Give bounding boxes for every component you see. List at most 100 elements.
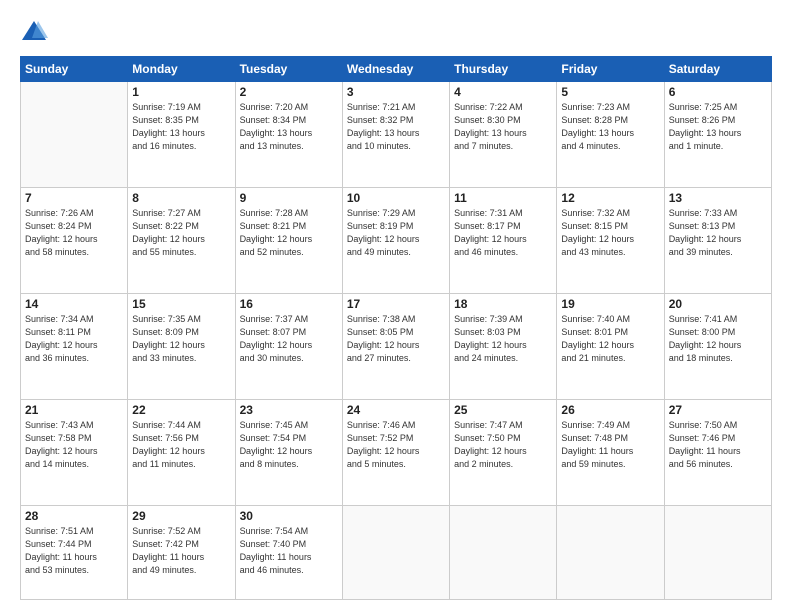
- day-cell: 24 Sunrise: 7:46 AM Sunset: 7:52 PM Dayli…: [342, 400, 449, 506]
- col-header-tuesday: Tuesday: [235, 57, 342, 82]
- day-number: 13: [669, 191, 767, 205]
- day-cell: 5 Sunrise: 7:23 AM Sunset: 8:28 PM Daylig…: [557, 82, 664, 188]
- day-cell: 11 Sunrise: 7:31 AM Sunset: 8:17 PM Dayli…: [450, 188, 557, 294]
- header-row: SundayMondayTuesdayWednesdayThursdayFrid…: [21, 57, 772, 82]
- day-number: 18: [454, 297, 552, 311]
- day-number: 4: [454, 85, 552, 99]
- col-header-friday: Friday: [557, 57, 664, 82]
- day-number: 16: [240, 297, 338, 311]
- day-cell: 25Sunrise: 7:47 AM Sunset: 7:50 PM Dayli…: [450, 400, 557, 506]
- day-info: Sunrise: 7:26 AM Sunset: 8:24 PM Dayligh…: [25, 207, 123, 259]
- day-cell: 18 Sunrise: 7:39 AM Sunset: 8:03 PM Dayli…: [450, 294, 557, 400]
- logo: [20, 18, 52, 46]
- day-number: 9: [240, 191, 338, 205]
- day-number: 11: [454, 191, 552, 205]
- week-row-1: 1 Sunrise: 7:19 AM Sunset: 8:35 PM Daylig…: [21, 82, 772, 188]
- day-cell: 7 Sunrise: 7:26 AM Sunset: 8:24 PM Daylig…: [21, 188, 128, 294]
- day-number: 7: [25, 191, 123, 205]
- day-cell: 12 Sunrise: 7:32 AM Sunset: 8:15 PM Dayli…: [557, 188, 664, 294]
- day-cell: 20 Sunrise: 7:41 AM Sunset: 8:00 PM Dayli…: [664, 294, 771, 400]
- day-info: Sunrise: 7:23 AM Sunset: 8:28 PM Dayligh…: [561, 101, 659, 153]
- day-info: Sunrise: 7:25 AM Sunset: 8:26 PM Dayligh…: [669, 101, 767, 153]
- day-cell: [450, 506, 557, 600]
- day-cell: 17 Sunrise: 7:38 AM Sunset: 8:05 PM Dayli…: [342, 294, 449, 400]
- day-cell: 23Sunrise: 7:45 AM Sunset: 7:54 PM Dayli…: [235, 400, 342, 506]
- day-info: Sunrise: 7:44 AM Sunset: 7:56 PM Dayligh…: [132, 419, 230, 471]
- day-cell: 22 Sunrise: 7:44 AM Sunset: 7:56 PM Dayli…: [128, 400, 235, 506]
- col-header-monday: Monday: [128, 57, 235, 82]
- day-number: 20: [669, 297, 767, 311]
- day-info: Sunrise: 7:21 AM Sunset: 8:32 PM Dayligh…: [347, 101, 445, 153]
- day-info: Sunrise: 7:22 AM Sunset: 8:30 PM Dayligh…: [454, 101, 552, 153]
- day-info: Sunrise: 7:35 AM Sunset: 8:09 PM Dayligh…: [132, 313, 230, 365]
- day-info: Sunrise: 7:40 AM Sunset: 8:01 PM Dayligh…: [561, 313, 659, 365]
- day-cell: 27 Sunrise: 7:50 AM Sunset: 7:46 PM Dayli…: [664, 400, 771, 506]
- day-cell: 10Sunrise: 7:29 AM Sunset: 8:19 PM Dayli…: [342, 188, 449, 294]
- day-cell: 1 Sunrise: 7:19 AM Sunset: 8:35 PM Daylig…: [128, 82, 235, 188]
- day-cell: [342, 506, 449, 600]
- day-number: 6: [669, 85, 767, 99]
- day-cell: [21, 82, 128, 188]
- week-row-3: 14 Sunrise: 7:34 AM Sunset: 8:11 PM Dayli…: [21, 294, 772, 400]
- logo-icon: [20, 18, 48, 46]
- page: SundayMondayTuesdayWednesdayThursdayFrid…: [0, 0, 792, 612]
- day-cell: 16 Sunrise: 7:37 AM Sunset: 8:07 PM Dayli…: [235, 294, 342, 400]
- week-row-4: 21 Sunrise: 7:43 AM Sunset: 7:58 PM Dayli…: [21, 400, 772, 506]
- col-header-saturday: Saturday: [664, 57, 771, 82]
- day-cell: 14 Sunrise: 7:34 AM Sunset: 8:11 PM Dayli…: [21, 294, 128, 400]
- day-info: Sunrise: 7:33 AM Sunset: 8:13 PM Dayligh…: [669, 207, 767, 259]
- col-header-sunday: Sunday: [21, 57, 128, 82]
- day-info: Sunrise: 7:28 AM Sunset: 8:21 PM Dayligh…: [240, 207, 338, 259]
- day-info: Sunrise: 7:27 AM Sunset: 8:22 PM Dayligh…: [132, 207, 230, 259]
- header: [20, 18, 772, 46]
- day-info: Sunrise: 7:47 AM Sunset: 7:50 PM Dayligh…: [454, 419, 552, 471]
- day-cell: 6 Sunrise: 7:25 AM Sunset: 8:26 PM Daylig…: [664, 82, 771, 188]
- calendar-table: SundayMondayTuesdayWednesdayThursdayFrid…: [20, 56, 772, 600]
- day-number: 26: [561, 403, 659, 417]
- day-cell: 19 Sunrise: 7:40 AM Sunset: 8:01 PM Dayli…: [557, 294, 664, 400]
- day-info: Sunrise: 7:34 AM Sunset: 8:11 PM Dayligh…: [25, 313, 123, 365]
- day-number: 2: [240, 85, 338, 99]
- day-number: 17: [347, 297, 445, 311]
- week-row-5: 28Sunrise: 7:51 AM Sunset: 7:44 PM Dayli…: [21, 506, 772, 600]
- day-info: Sunrise: 7:50 AM Sunset: 7:46 PM Dayligh…: [669, 419, 767, 471]
- day-info: Sunrise: 7:43 AM Sunset: 7:58 PM Dayligh…: [25, 419, 123, 471]
- day-info: Sunrise: 7:37 AM Sunset: 8:07 PM Dayligh…: [240, 313, 338, 365]
- day-number: 22: [132, 403, 230, 417]
- day-cell: [664, 506, 771, 600]
- day-info: Sunrise: 7:32 AM Sunset: 8:15 PM Dayligh…: [561, 207, 659, 259]
- day-number: 29: [132, 509, 230, 523]
- day-number: 30: [240, 509, 338, 523]
- day-info: Sunrise: 7:39 AM Sunset: 8:03 PM Dayligh…: [454, 313, 552, 365]
- day-number: 14: [25, 297, 123, 311]
- day-info: Sunrise: 7:19 AM Sunset: 8:35 PM Dayligh…: [132, 101, 230, 153]
- day-info: Sunrise: 7:51 AM Sunset: 7:44 PM Dayligh…: [25, 525, 123, 577]
- day-cell: 30 Sunrise: 7:54 AM Sunset: 7:40 PM Dayli…: [235, 506, 342, 600]
- day-number: 27: [669, 403, 767, 417]
- day-cell: 28Sunrise: 7:51 AM Sunset: 7:44 PM Dayli…: [21, 506, 128, 600]
- day-info: Sunrise: 7:54 AM Sunset: 7:40 PM Dayligh…: [240, 525, 338, 577]
- col-header-wednesday: Wednesday: [342, 57, 449, 82]
- week-row-2: 7 Sunrise: 7:26 AM Sunset: 8:24 PM Daylig…: [21, 188, 772, 294]
- day-cell: 15Sunrise: 7:35 AM Sunset: 8:09 PM Dayli…: [128, 294, 235, 400]
- day-info: Sunrise: 7:46 AM Sunset: 7:52 PM Dayligh…: [347, 419, 445, 471]
- day-cell: 3 Sunrise: 7:21 AM Sunset: 8:32 PM Daylig…: [342, 82, 449, 188]
- day-number: 12: [561, 191, 659, 205]
- day-number: 3: [347, 85, 445, 99]
- day-cell: 26Sunrise: 7:49 AM Sunset: 7:48 PM Dayli…: [557, 400, 664, 506]
- day-cell: 13 Sunrise: 7:33 AM Sunset: 8:13 PM Dayli…: [664, 188, 771, 294]
- day-cell: 9 Sunrise: 7:28 AM Sunset: 8:21 PM Daylig…: [235, 188, 342, 294]
- day-number: 24: [347, 403, 445, 417]
- day-number: 19: [561, 297, 659, 311]
- day-cell: 8 Sunrise: 7:27 AM Sunset: 8:22 PM Daylig…: [128, 188, 235, 294]
- day-number: 21: [25, 403, 123, 417]
- day-cell: 21 Sunrise: 7:43 AM Sunset: 7:58 PM Dayli…: [21, 400, 128, 506]
- day-info: Sunrise: 7:41 AM Sunset: 8:00 PM Dayligh…: [669, 313, 767, 365]
- day-cell: 2Sunrise: 7:20 AM Sunset: 8:34 PM Daylig…: [235, 82, 342, 188]
- day-info: Sunrise: 7:31 AM Sunset: 8:17 PM Dayligh…: [454, 207, 552, 259]
- day-info: Sunrise: 7:38 AM Sunset: 8:05 PM Dayligh…: [347, 313, 445, 365]
- day-number: 1: [132, 85, 230, 99]
- day-cell: 4 Sunrise: 7:22 AM Sunset: 8:30 PM Daylig…: [450, 82, 557, 188]
- day-number: 5: [561, 85, 659, 99]
- day-number: 8: [132, 191, 230, 205]
